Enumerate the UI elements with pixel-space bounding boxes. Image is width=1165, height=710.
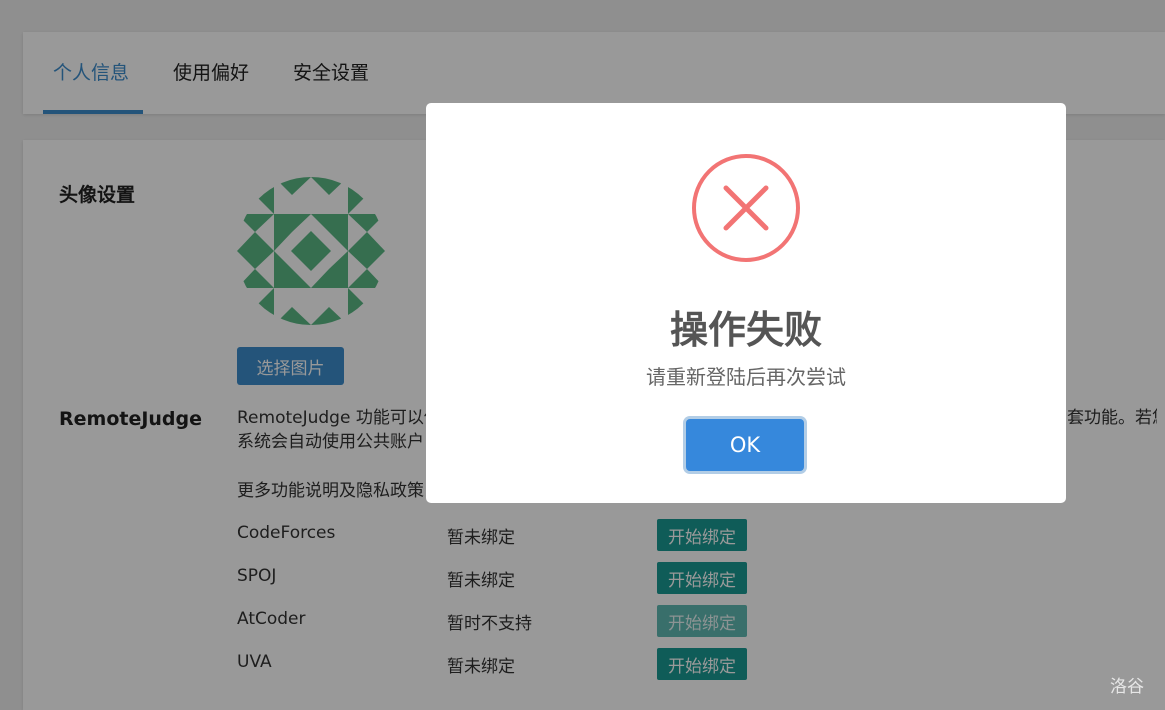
error-x-icon [692,154,800,262]
watermark-text: 洛谷 [1110,677,1144,697]
ok-button[interactable]: OK [686,419,804,471]
error-dialog: 操作失败 请重新登陆后再次尝试 OK [426,103,1066,503]
dialog-title: 操作失败 [669,308,822,352]
dialog-message: 请重新登陆后再次尝试 [646,365,846,389]
